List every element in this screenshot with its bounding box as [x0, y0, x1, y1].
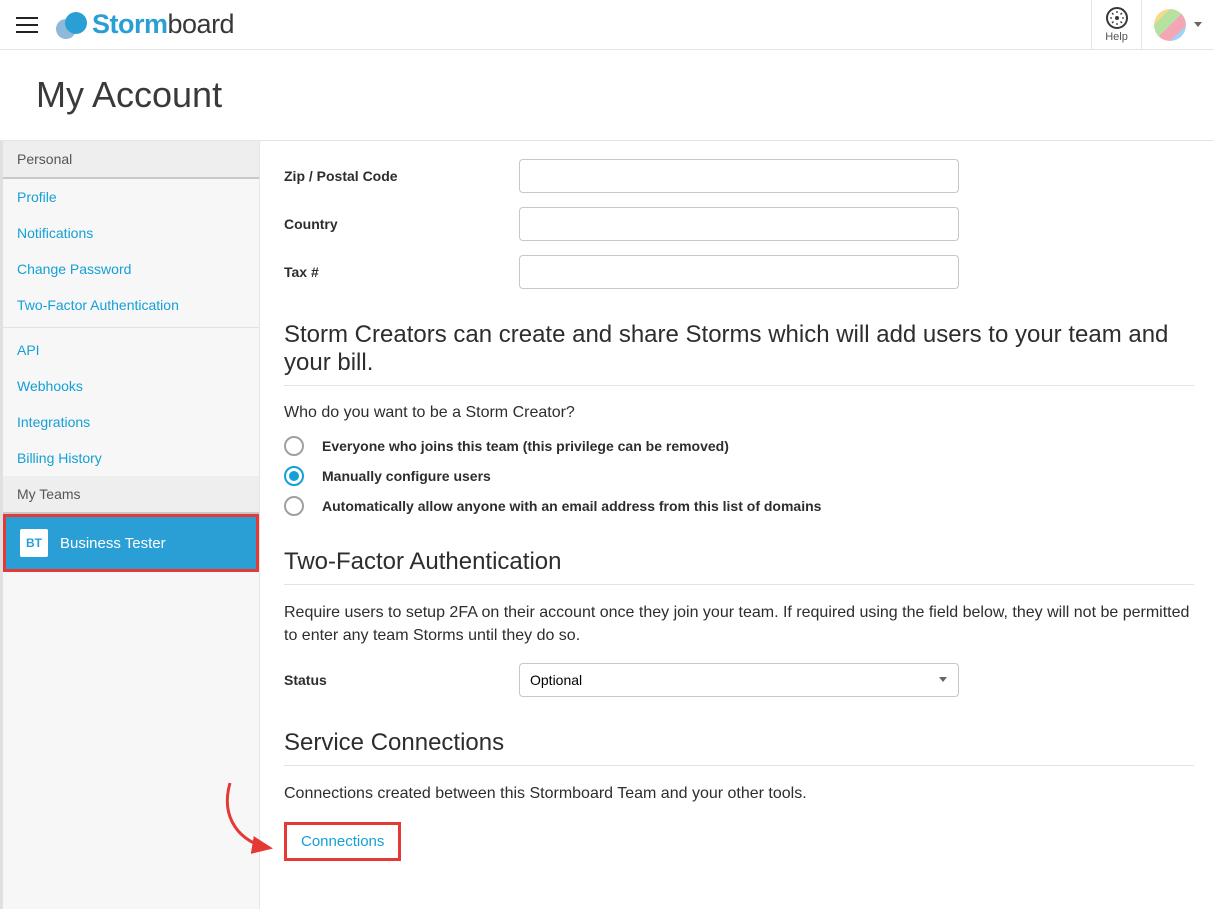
team-label: Business Tester [60, 535, 166, 552]
help-icon [1106, 7, 1128, 29]
country-input[interactable] [519, 207, 959, 241]
page-title-bar: My Account [0, 50, 1214, 141]
tfa-body: Require users to setup 2FA on their acco… [284, 601, 1190, 647]
connections-heading: Service Connections [284, 729, 1190, 757]
help-label: Help [1105, 31, 1128, 43]
sidebar-item-webhooks[interactable]: Webhooks [3, 368, 259, 404]
connections-button[interactable]: Connections [284, 822, 401, 861]
sidebar-team-business-tester[interactable]: BT Business Tester [3, 514, 259, 572]
sidebar-item-notifications[interactable]: Notifications [3, 215, 259, 251]
sidebar-section-personal: Personal [3, 141, 259, 179]
radio-everyone-label: Everyone who joins this team (this privi… [322, 438, 729, 454]
radio-domains-label: Automatically allow anyone with an email… [322, 498, 821, 514]
tax-label: Tax # [284, 264, 519, 280]
sidebar: Personal Profile Notifications Change Pa… [0, 141, 260, 909]
radio-everyone[interactable] [284, 436, 304, 456]
tfa-status-select[interactable]: Optional [519, 663, 959, 697]
sidebar-item-billing[interactable]: Billing History [3, 440, 259, 476]
menu-icon[interactable] [16, 14, 38, 36]
zip-input[interactable] [519, 159, 959, 193]
connections-body: Connections created between this Stormbo… [284, 782, 1190, 805]
chevron-down-icon [1194, 22, 1202, 27]
tfa-status-label: Status [284, 672, 519, 688]
sidebar-item-api[interactable]: API [3, 332, 259, 368]
sidebar-item-2fa[interactable]: Two-Factor Authentication [3, 287, 259, 323]
radio-domains[interactable] [284, 496, 304, 516]
user-menu[interactable] [1141, 0, 1214, 49]
sidebar-item-profile[interactable]: Profile [3, 179, 259, 215]
sidebar-item-integrations[interactable]: Integrations [3, 404, 259, 440]
radio-manual[interactable] [284, 466, 304, 486]
help-button[interactable]: Help [1091, 0, 1141, 49]
content: Zip / Postal Code Country Tax # Storm Cr… [260, 141, 1214, 909]
tfa-heading: Two-Factor Authentication [284, 548, 1190, 576]
avatar [1154, 9, 1186, 41]
zip-label: Zip / Postal Code [284, 168, 519, 184]
page-title: My Account [36, 74, 1178, 116]
logo-text: Stormboard [92, 9, 234, 40]
logo-icon [54, 9, 88, 41]
team-badge: BT [20, 529, 48, 557]
creators-heading: Storm Creators can create and share Stor… [284, 321, 1190, 377]
creators-question: Who do you want to be a Storm Creator? [284, 404, 1190, 422]
sidebar-section-myteams: My Teams [3, 476, 259, 514]
divider [3, 327, 259, 328]
tax-input[interactable] [519, 255, 959, 289]
country-label: Country [284, 216, 519, 232]
logo[interactable]: Stormboard [54, 9, 234, 41]
topbar: Stormboard Help [0, 0, 1214, 50]
radio-manual-label: Manually configure users [322, 468, 491, 484]
sidebar-item-change-password[interactable]: Change Password [3, 251, 259, 287]
